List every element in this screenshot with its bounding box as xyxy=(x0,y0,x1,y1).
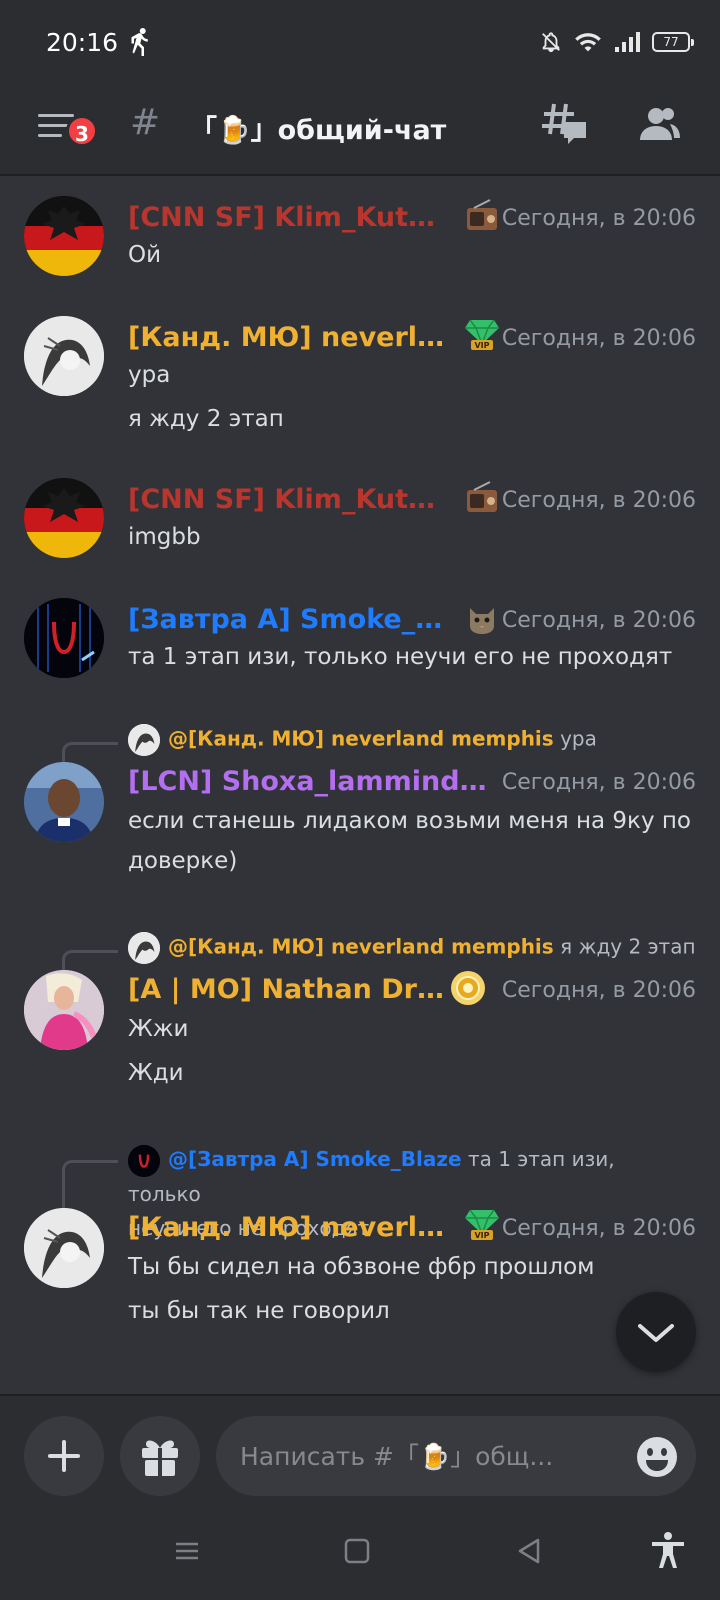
svg-text:VIP: VIP xyxy=(474,341,489,350)
reply-avatar xyxy=(128,724,160,756)
threads-icon[interactable] xyxy=(540,100,590,150)
message-text: та 1 этап изи, только неучи его не прохо… xyxy=(128,644,673,670)
username[interactable]: [LCN] Shoxa_lammindd [... xyxy=(128,766,500,797)
notification-badge: 3 xyxy=(66,115,98,147)
timestamp: Сегодня, в 20:06 xyxy=(501,206,696,231)
reply-text: я жду 2 этап xyxy=(560,934,696,959)
status-bar: 20:16 77 xyxy=(0,0,720,88)
reply-avatar xyxy=(128,932,160,964)
message-text: ура xyxy=(128,362,171,388)
username[interactable]: [A | MO] Nathan Dreyk xyxy=(128,974,448,1005)
timestamp: Сегодня, в 20:06 xyxy=(501,488,696,513)
timestamp: Сегодня, в 20:06 xyxy=(501,326,696,351)
username[interactable]: [CNN SF] Klim_Kutuz... xyxy=(128,202,448,233)
gold-coin-icon xyxy=(451,971,485,1005)
message-text: imgbb xyxy=(128,524,201,550)
reply-preview[interactable]: @[Канд. МЮ] neverland memphis ура xyxy=(128,724,597,756)
battery-icon: 77 xyxy=(652,32,694,52)
radio-icon xyxy=(467,199,497,230)
status-icons: 77 xyxy=(540,30,694,54)
vip-diamond-icon: VIP xyxy=(465,319,499,350)
message-text: Жжи xyxy=(128,1016,189,1042)
avatar[interactable] xyxy=(24,1208,104,1288)
running-icon xyxy=(131,28,148,56)
message-text: доверке) xyxy=(128,848,238,874)
cat-icon xyxy=(470,608,494,634)
username[interactable]: [Канд. МЮ] neverlan... xyxy=(128,1212,448,1243)
avatar[interactable] xyxy=(24,598,104,678)
message-text: Ой xyxy=(128,242,162,268)
avatar[interactable] xyxy=(24,970,104,1050)
message-input[interactable] xyxy=(240,1416,620,1496)
message-text: если станешь лидаком возьми меня на 9ку … xyxy=(128,808,691,834)
home-icon[interactable] xyxy=(342,1536,372,1566)
gift-button[interactable] xyxy=(120,1416,200,1496)
scroll-to-bottom-button[interactable] xyxy=(616,1292,696,1372)
reply-avatar xyxy=(128,1144,160,1177)
muted-bell-icon xyxy=(542,32,560,53)
avatar[interactable] xyxy=(24,196,104,276)
avatar[interactable] xyxy=(24,316,104,396)
emoji-icon[interactable] xyxy=(636,1436,678,1478)
avatar[interactable] xyxy=(24,478,104,558)
message-composer xyxy=(0,1394,720,1500)
channel-header: 3 # 「🍺」общий-чат xyxy=(0,88,720,176)
message-text: Ты бы сидел на обзвоне фбр прошлом xyxy=(128,1254,595,1280)
timestamp: Сегодня, в 20:06 xyxy=(501,978,696,1003)
message-input-wrapper xyxy=(216,1416,696,1496)
reply-author[interactable]: @[Канд. МЮ] neverland memphis xyxy=(168,727,554,751)
username[interactable]: [Завтра А] Smoke_Bl... xyxy=(128,604,448,635)
message-text: Жди xyxy=(128,1060,184,1086)
svg-text:VIP: VIP xyxy=(474,1231,489,1240)
wifi-icon xyxy=(575,33,601,52)
message-text: ты бы так не говорил xyxy=(128,1298,390,1324)
radio-icon xyxy=(467,481,497,512)
channel-title[interactable]: 「🍺」общий-чат xyxy=(190,108,446,147)
add-attachment-button[interactable] xyxy=(24,1416,104,1496)
timestamp: Сегодня, в 20:06 xyxy=(501,770,696,795)
recent-apps-icon[interactable] xyxy=(172,1536,202,1566)
message-text: я жду 2 этап xyxy=(128,406,284,432)
username[interactable]: [CNN SF] Klim_Kutuz... xyxy=(128,484,448,515)
timestamp: Сегодня, в 20:06 xyxy=(501,608,696,633)
reply-preview[interactable]: @[Канд. МЮ] neverland memphis я жду 2 эт… xyxy=(128,932,696,964)
reply-author[interactable]: @[Канд. МЮ] neverland memphis xyxy=(168,935,554,959)
back-icon[interactable] xyxy=(514,1536,544,1566)
reply-text: ура xyxy=(560,726,597,751)
username[interactable]: [Канд. МЮ] neverlan... xyxy=(128,322,448,353)
status-time: 20:16 xyxy=(46,28,119,57)
members-icon[interactable] xyxy=(636,102,682,148)
signal-icon xyxy=(615,32,640,52)
gift-icon xyxy=(142,1440,178,1476)
chevron-down-icon xyxy=(638,1324,674,1342)
vip-diamond-icon: VIP xyxy=(465,1209,499,1240)
hash-icon: # xyxy=(130,102,161,143)
accessibility-icon[interactable] xyxy=(648,1530,688,1570)
reply-author[interactable]: @[Завтра А] Smoke_Blaze xyxy=(168,1147,462,1171)
plus-icon xyxy=(48,1440,80,1472)
avatar[interactable] xyxy=(24,762,104,842)
system-navigation-bar xyxy=(0,1500,720,1600)
timestamp: Сегодня, в 20:06 xyxy=(501,1216,696,1241)
